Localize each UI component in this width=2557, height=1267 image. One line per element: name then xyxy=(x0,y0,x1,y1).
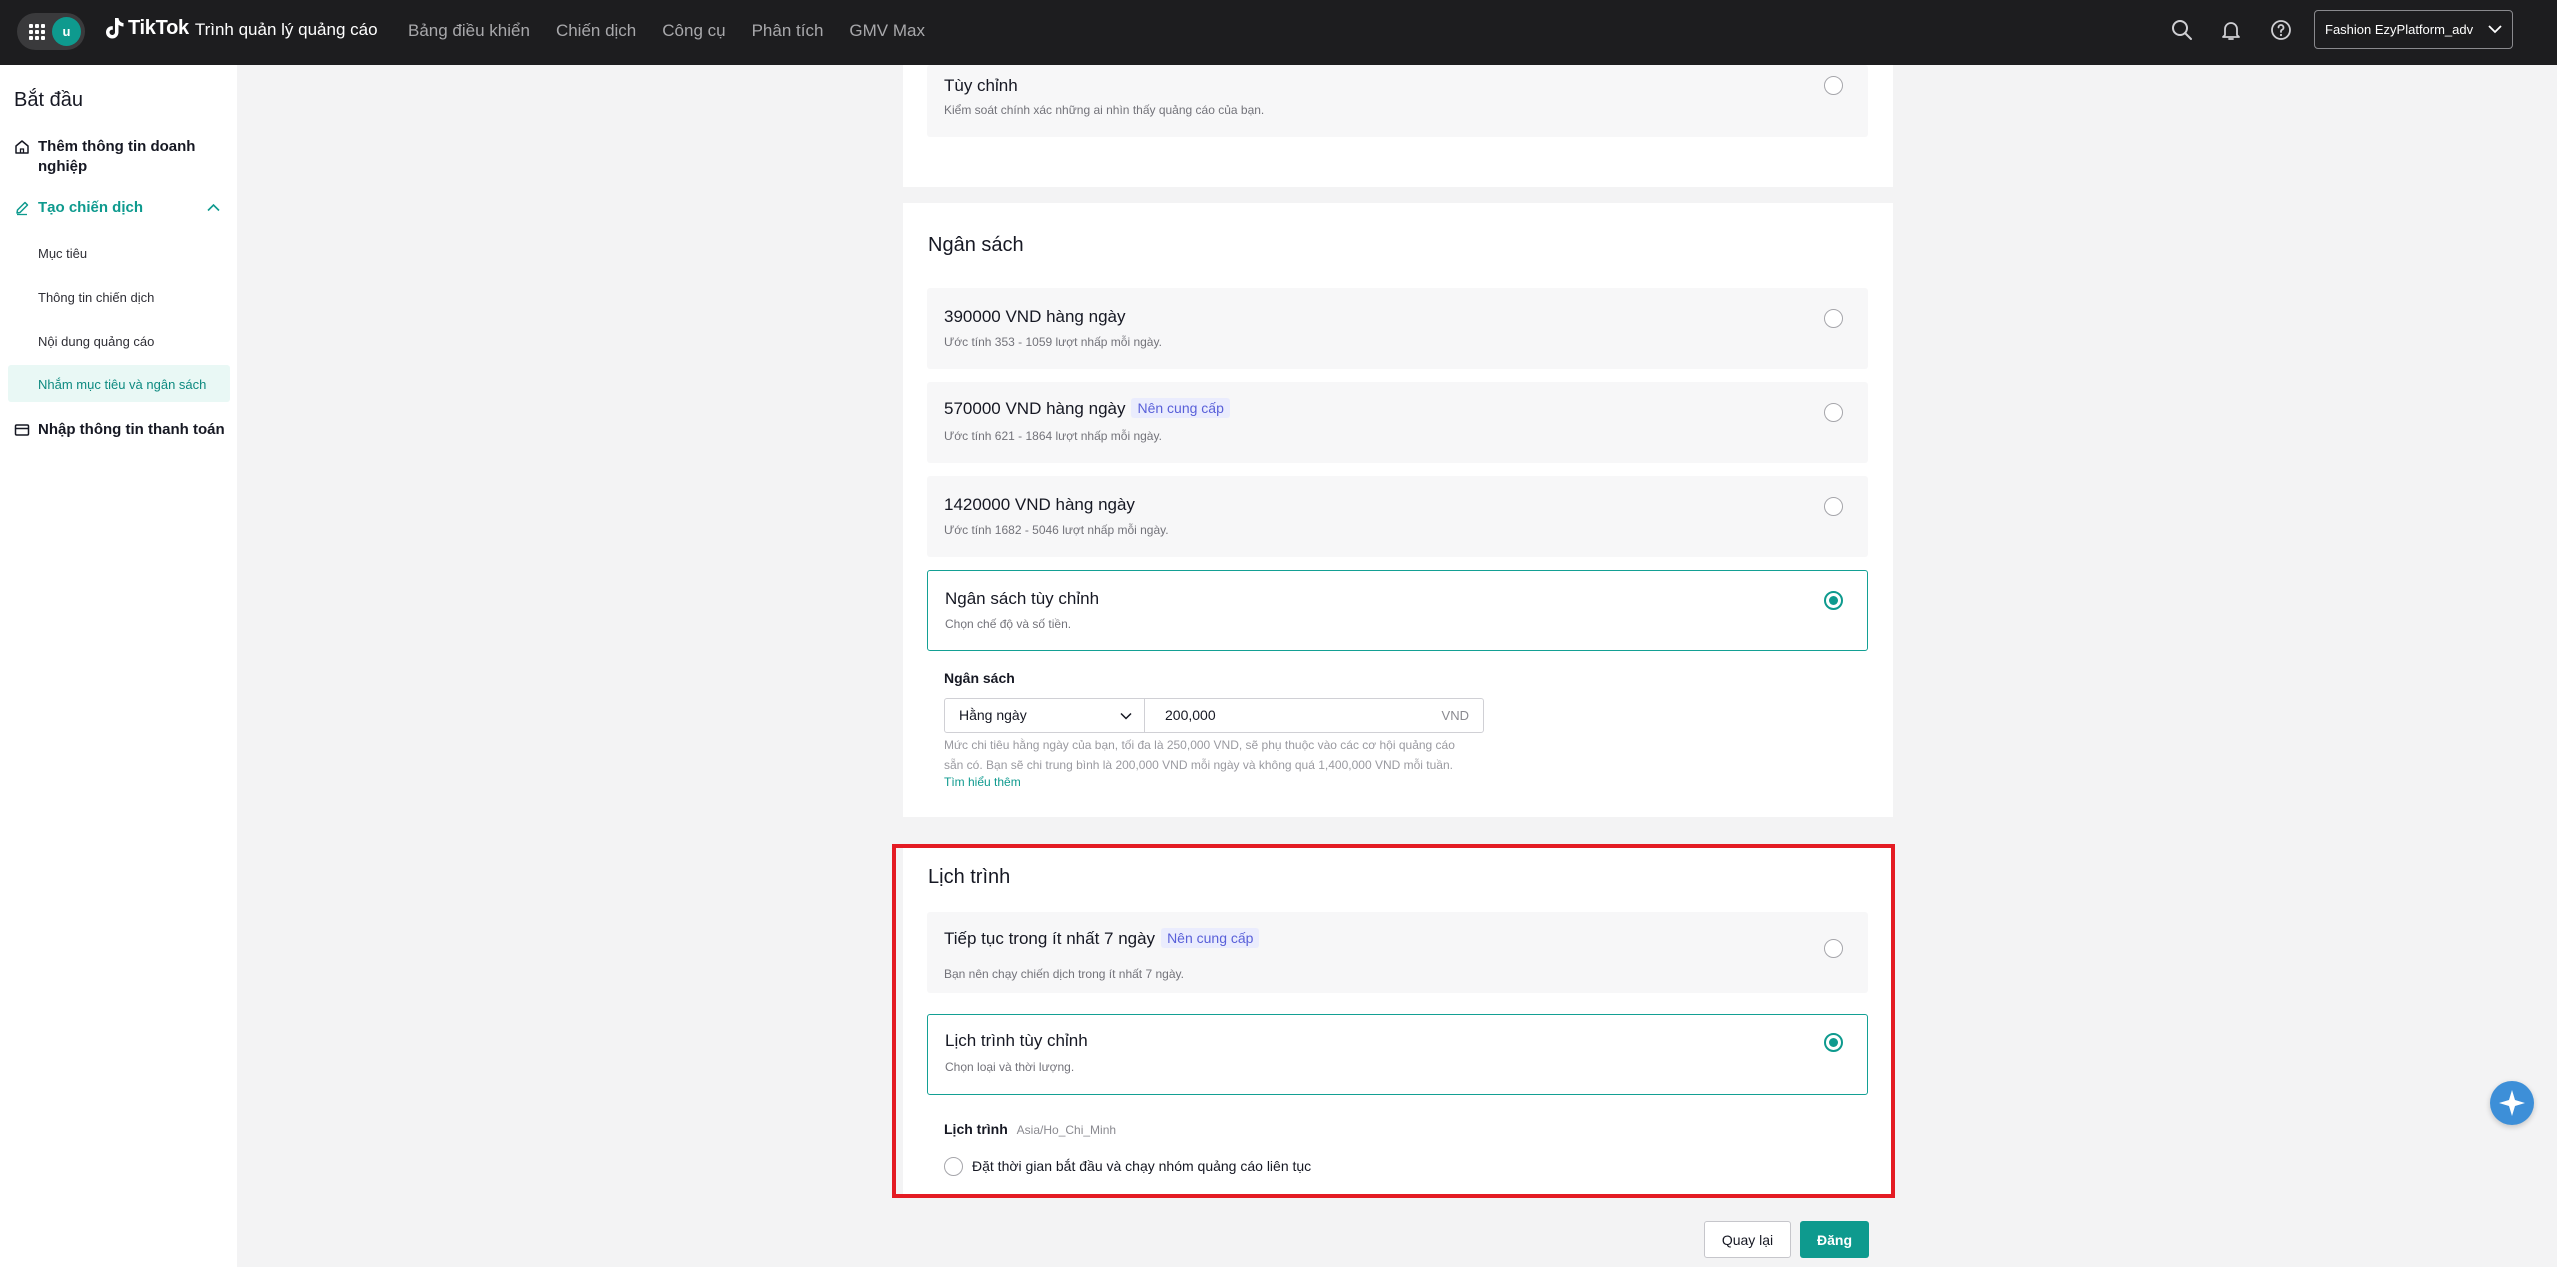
publish-button[interactable]: Đăng xyxy=(1800,1221,1869,1258)
budget-option-1420000[interactable]: 1420000 VND hàng ngày Ước tính 1682 - 50… xyxy=(927,476,1868,557)
nav-analytics[interactable]: Phân tích xyxy=(752,21,824,41)
brand-wordmark: TikTok xyxy=(128,16,189,39)
option-title: Tùy chỉnh xyxy=(944,76,1018,95)
option-description: Ước tính 353 - 1059 lượt nhấp mỗi ngày. xyxy=(944,335,1162,349)
nav-gmv-max[interactable]: GMV Max xyxy=(849,21,925,41)
budget-field-label: Ngân sách xyxy=(944,670,1015,686)
apps-menu-button[interactable]: u xyxy=(17,13,85,50)
sidebar-item-business-info[interactable]: Thêm thông tin doanh nghiệp xyxy=(14,137,214,177)
chevron-down-icon xyxy=(2488,25,2502,34)
currency-unit: VND xyxy=(1441,708,1469,723)
sidebar-item-label: Thêm thông tin doanh nghiệp xyxy=(38,138,196,175)
assistant-button[interactable] xyxy=(2490,1081,2534,1125)
tiktok-note-icon xyxy=(106,18,124,39)
budget-mode-value: Hằng ngày xyxy=(959,707,1027,723)
nav-dashboard[interactable]: Bảng điều khiển xyxy=(408,21,530,41)
nav-tools[interactable]: Công cụ xyxy=(662,21,725,41)
account-switcher[interactable]: Fashion EzyPlatform_adv xyxy=(2314,10,2513,49)
option-title: 570000 VND hàng ngày Nên cung cấp xyxy=(944,398,1230,419)
brand-subtitle: Trình quản lý quảng cáo xyxy=(194,19,378,39)
option-title-text: 570000 VND hàng ngày xyxy=(944,399,1126,418)
option-title: Ngân sách tùy chỉnh xyxy=(945,589,1100,608)
option-title: 1420000 VND hàng ngày xyxy=(944,495,1135,514)
nav-campaigns[interactable]: Chiến dịch xyxy=(556,21,636,41)
sparkle-icon xyxy=(2499,1090,2525,1116)
radio-button-selected[interactable] xyxy=(1824,591,1843,610)
sidebar: Bắt đầu Thêm thông tin doanh nghiệp Tạo … xyxy=(0,65,237,1267)
recommended-badge: Nên cung cấp xyxy=(1131,398,1230,418)
budget-amount-value: 200,000 xyxy=(1165,707,1216,723)
sidebar-item-label: Nhập thông tin thanh toán xyxy=(38,421,225,438)
avatar[interactable]: u xyxy=(52,17,81,46)
budget-section-title: Ngân sách xyxy=(928,234,1024,256)
account-name: Fashion EzyPlatform_adv xyxy=(2325,22,2474,37)
budget-option-570000[interactable]: 570000 VND hàng ngày Nên cung cấp Ước tín… xyxy=(927,382,1868,463)
sidebar-step-objective[interactable]: Mục tiêu xyxy=(38,246,87,261)
sidebar-item-create-campaign[interactable]: Tạo chiến dịch xyxy=(14,198,224,218)
learn-more-link[interactable]: Tìm hiểu thêm xyxy=(944,775,1021,789)
budget-help-text: Mức chi tiêu hằng ngày của bạn, tối đa l… xyxy=(944,735,1489,775)
main-nav: Bảng điều khiển Chiến dịch Công cụ Phân … xyxy=(408,21,951,41)
sidebar-step-campaign-info[interactable]: Thông tin chiến dịch xyxy=(38,290,154,305)
search-icon[interactable] xyxy=(2170,18,2194,42)
home-icon xyxy=(15,140,29,154)
budget-option-390000[interactable]: 390000 VND hàng ngày Ước tính 353 - 1059… xyxy=(927,288,1868,369)
help-line: sẵn có. Bạn sẽ chi trung bình là 200,000… xyxy=(944,758,1453,772)
option-description: Ước tính 621 - 1864 lượt nhấp mỗi ngày. xyxy=(944,429,1162,443)
sidebar-step-targeting-budget[interactable]: Nhắm mục tiêu và ngân sách xyxy=(38,377,206,392)
radio-button[interactable] xyxy=(1824,497,1843,516)
radio-button[interactable] xyxy=(1824,76,1843,95)
option-title: 390000 VND hàng ngày xyxy=(944,307,1126,326)
highlight-box xyxy=(892,844,1895,1198)
option-description: Ước tính 1682 - 5046 lượt nhấp mỗi ngày. xyxy=(944,523,1169,537)
apps-grid-icon xyxy=(29,23,45,40)
sidebar-step-ad-content[interactable]: Nội dung quảng cáo xyxy=(38,334,154,349)
radio-button[interactable] xyxy=(1824,403,1843,422)
back-button[interactable]: Quay lại xyxy=(1704,1221,1791,1258)
audience-custom-option[interactable]: Tùy chỉnh Kiểm soát chính xác những ai n… xyxy=(927,65,1868,137)
chevron-up-icon[interactable] xyxy=(207,203,220,212)
sidebar-title: Bắt đầu xyxy=(14,89,83,111)
help-icon[interactable] xyxy=(2269,18,2293,42)
chevron-down-icon xyxy=(1120,712,1132,720)
budget-option-custom[interactable]: Ngân sách tùy chỉnh Chọn chế độ và số ti… xyxy=(927,570,1868,651)
budget-mode-select[interactable]: Hằng ngày xyxy=(944,698,1145,733)
bell-icon[interactable] xyxy=(2219,18,2243,42)
help-line: Mức chi tiêu hằng ngày của bạn, tối đa l… xyxy=(944,738,1455,752)
sidebar-item-label: Tạo chiến dịch xyxy=(38,199,144,216)
brand-logo[interactable]: TikTok Trình quản lý quảng cáo xyxy=(104,16,378,40)
edit-icon xyxy=(16,201,29,216)
budget-amount-input[interactable]: 200,000 VND xyxy=(1144,698,1484,733)
top-navigation-bar: u TikTok Trình quản lý quảng cáo Bảng đi… xyxy=(0,0,2557,65)
sidebar-item-payment[interactable]: Nhập thông tin thanh toán xyxy=(14,420,234,440)
radio-button[interactable] xyxy=(1824,309,1843,328)
option-description: Kiểm soát chính xác những ai nhìn thấy q… xyxy=(944,103,1265,117)
credit-card-icon xyxy=(14,424,30,436)
option-description: Chọn chế độ và số tiền. xyxy=(945,617,1072,631)
